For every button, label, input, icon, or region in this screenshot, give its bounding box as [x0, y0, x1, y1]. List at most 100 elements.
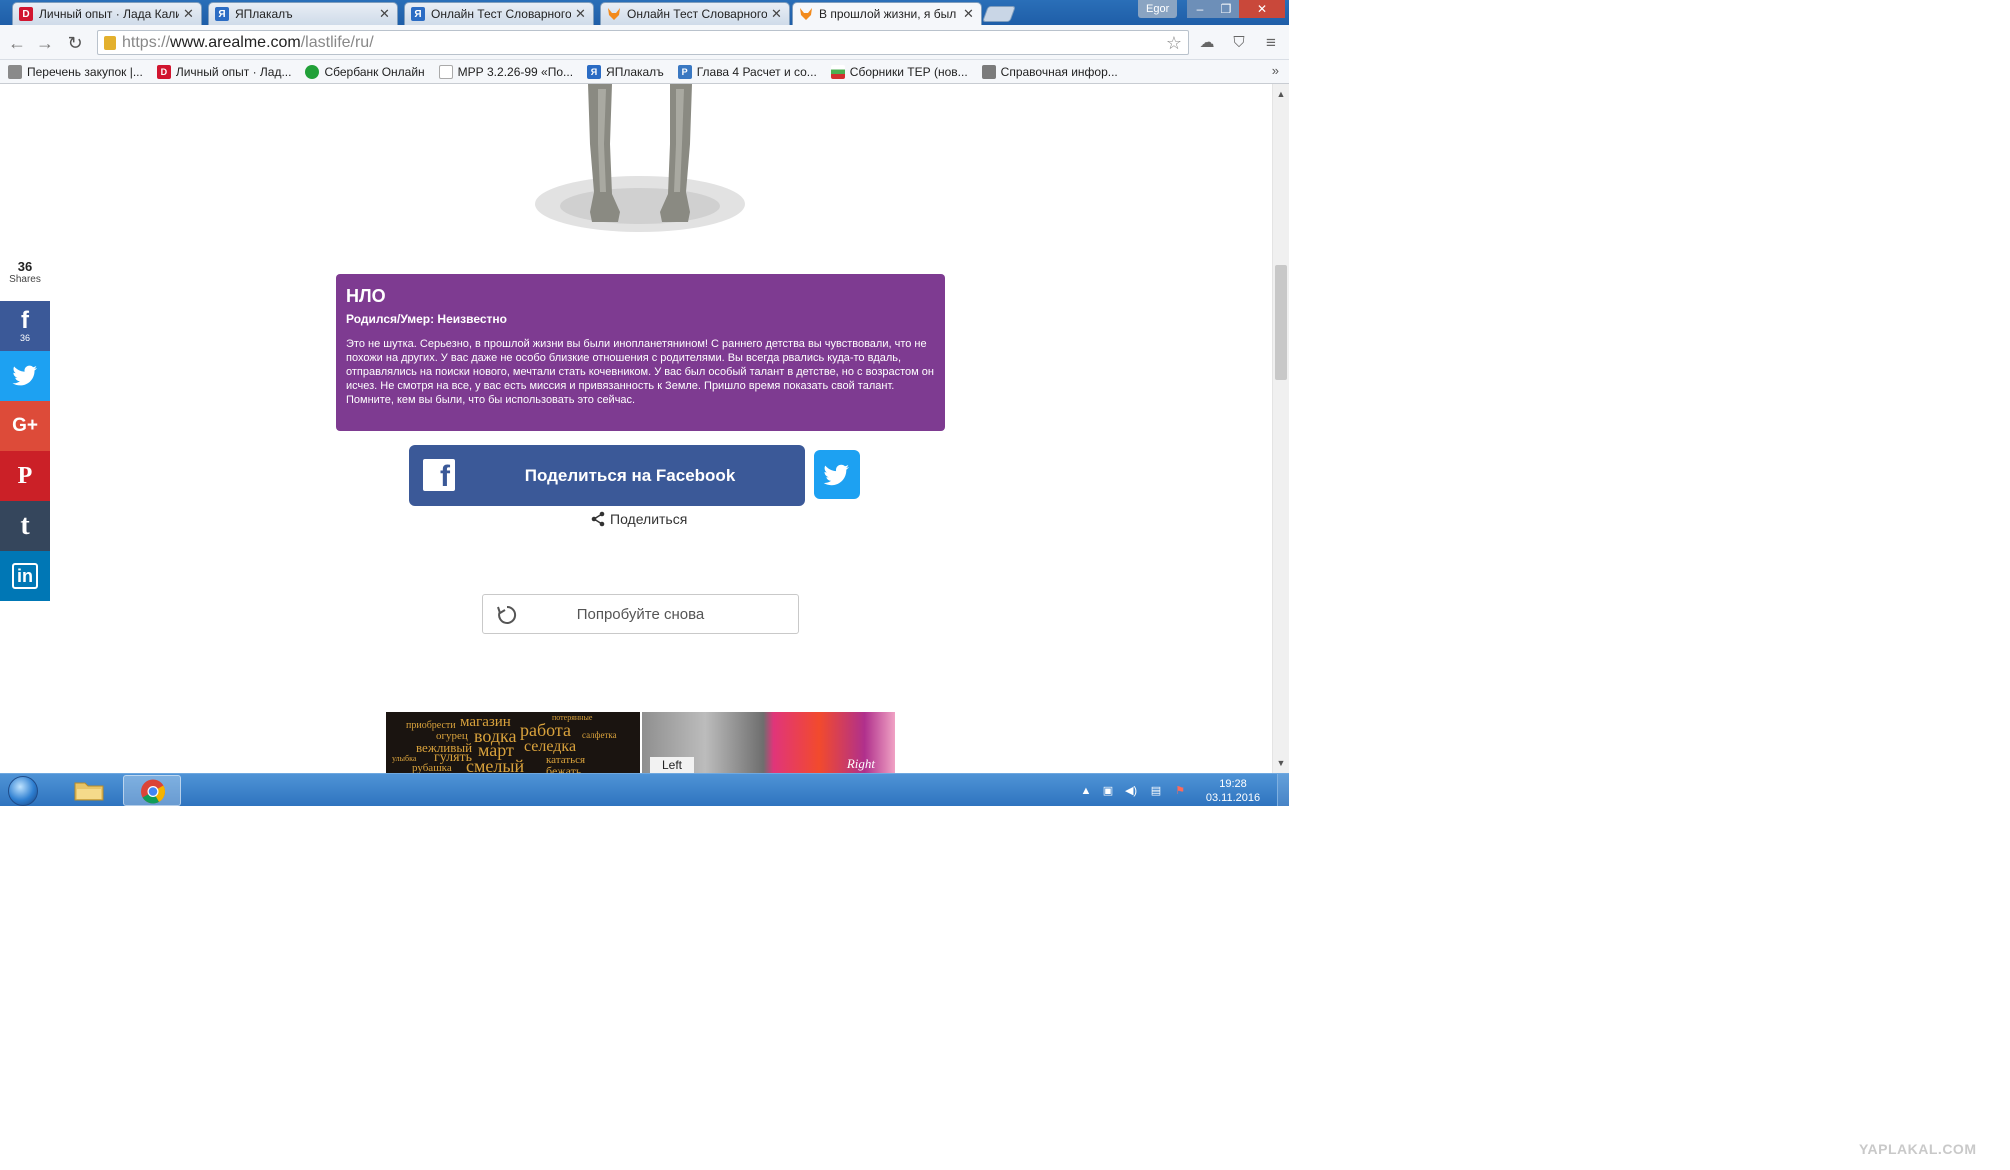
close-icon[interactable]: ✕: [963, 6, 975, 22]
tab-title: Личный опыт · Лада Калина: [39, 7, 179, 21]
tab-title: ЯПлакалъ: [235, 7, 293, 21]
new-tab-button[interactable]: [982, 6, 1016, 22]
sberbank-icon: [305, 64, 320, 79]
tab-title: В прошлой жизни, я был: [819, 7, 957, 21]
maximize-button[interactable]: ❐: [1213, 0, 1239, 18]
drive2-icon: D: [156, 64, 171, 79]
start-button[interactable]: [8, 776, 38, 806]
arealme-fox-icon: [607, 7, 621, 21]
sidebar-linkedin-button[interactable]: in: [0, 551, 50, 601]
right-label: Right: [846, 756, 875, 771]
close-icon[interactable]: ✕: [183, 6, 195, 22]
result-subtitle: Родился/Умер: Неизвестно: [346, 312, 507, 326]
bookmark-label: МРР 3.2.26-99 «По...: [457, 64, 574, 79]
twitter-icon: [12, 365, 37, 386]
scroll-down-arrow-icon[interactable]: ▼: [1273, 755, 1289, 771]
result-card: НЛО Родился/Умер: Неизвестно Это не шутк…: [336, 274, 945, 431]
share-icon: [591, 511, 605, 527]
show-desktop-button[interactable]: [1277, 774, 1289, 806]
bookmarks-overflow-button[interactable]: »: [1272, 63, 1279, 78]
bookmark-item[interactable]: P Глава 4 Расчет и со...: [677, 64, 817, 79]
scroll-up-arrow-icon[interactable]: ▲: [1273, 86, 1289, 102]
share-label: Поделиться: [610, 511, 688, 527]
bookmark-star-icon[interactable]: ☆: [1166, 33, 1182, 54]
clock[interactable]: 19:28 03.11.2016: [1198, 777, 1268, 805]
browser-toolbar: ← → ↻ https://www.arealme.com/lastlife/r…: [0, 25, 1289, 60]
reload-icon[interactable]: ↻: [64, 32, 86, 54]
close-window-button[interactable]: ✕: [1239, 0, 1285, 18]
action-center-alert-icon[interactable]: ⚑: [1172, 784, 1188, 798]
page-viewport: НЛО Родился/Умер: Неизвестно Это не шутк…: [0, 84, 1272, 773]
scrollbar-thumb[interactable]: [1275, 265, 1287, 380]
tray-device-icon[interactable]: ▣: [1100, 784, 1116, 798]
bookmark-item[interactable]: Я ЯПлакалъ: [587, 64, 664, 79]
yaplakal-icon: Я: [215, 7, 229, 21]
close-icon[interactable]: ✕: [575, 6, 587, 22]
bookmark-label: Сбербанк Онлайн: [324, 64, 425, 79]
volume-icon[interactable]: ◀): [1123, 784, 1139, 798]
shield-extension-icon[interactable]: ⛉: [1229, 33, 1249, 53]
bookmark-item[interactable]: Сборники ТЕР (нов...: [830, 64, 968, 79]
facebook-icon: f: [21, 307, 29, 334]
sidebar-tumblr-button[interactable]: t: [0, 501, 50, 551]
bookmark-label: Глава 4 Расчет и со...: [696, 64, 817, 79]
word: смелый: [466, 756, 525, 773]
lock-icon: [104, 35, 116, 50]
facebook-share-label: Поделиться на Facebook: [524, 465, 736, 485]
tab-arealme-test[interactable]: Онлайн Тест Словарного ✕: [600, 2, 790, 25]
sidebar-facebook-button[interactable]: f 36: [0, 301, 50, 351]
network-icon[interactable]: ▤: [1148, 784, 1164, 798]
word: салфетка: [582, 730, 617, 740]
tab-yaplakal-test[interactable]: Я Онлайн Тест Словарного ✕: [404, 2, 594, 25]
drive2-icon: D: [19, 7, 33, 21]
pinterest-icon: P: [17, 462, 33, 489]
left-right-thumbnail[interactable]: Left Right: [642, 712, 895, 773]
sidebar-google-plus-button[interactable]: G+: [0, 401, 50, 451]
flag-icon: [830, 64, 845, 79]
profile-button[interactable]: Egor: [1138, 0, 1178, 18]
tab-arealme-lastlife[interactable]: В прошлой жизни, я был ✕: [792, 2, 982, 25]
cloud-extension-icon[interactable]: ☁: [1197, 33, 1217, 53]
word-cloud-thumbnail[interactable]: приобрести магазин потерянные огурец вод…: [386, 712, 640, 773]
share-count-label: Shares: [9, 274, 41, 285]
tumblr-icon: t: [20, 510, 30, 541]
sidebar-twitter-button[interactable]: [0, 351, 50, 401]
taskbar-explorer-button[interactable]: [60, 775, 118, 806]
reference-icon: [981, 64, 996, 79]
yaplakal-icon: Я: [411, 7, 425, 21]
menu-icon[interactable]: ≡: [1261, 33, 1281, 53]
retry-icon: [497, 605, 517, 624]
facebook-share-button[interactable]: f Поделиться на Facebook: [409, 445, 805, 506]
url-host: www.arealme.com: [170, 33, 301, 51]
close-icon[interactable]: ✕: [771, 6, 783, 22]
tray-expand-icon[interactable]: ▲: [1078, 784, 1094, 798]
watermark: YAPLAKAL.COM: [1859, 1141, 1977, 1157]
google-plus-icon: G+: [12, 415, 38, 436]
bookmark-item[interactable]: Перечень закупок |...: [8, 64, 143, 79]
sidebar-pinterest-button[interactable]: P: [0, 451, 50, 501]
bookmark-item[interactable]: Справочная инфор...: [981, 64, 1118, 79]
share-count-number: 36: [17, 259, 33, 274]
twitter-share-button[interactable]: [814, 450, 860, 499]
share-count: 36 Shares: [0, 259, 50, 285]
bookmark-item[interactable]: D Личный опыт · Лад...: [156, 64, 291, 79]
forward-arrow-icon[interactable]: →: [34, 32, 56, 54]
close-icon[interactable]: ✕: [379, 6, 391, 22]
scrollbar[interactable]: ▲ ▼: [1272, 84, 1289, 773]
bookmark-label: Перечень закупок |...: [27, 64, 143, 79]
result-description: Это не шутка. Серьезно, в прошлой жизни …: [346, 338, 934, 406]
left-label: Left: [650, 757, 695, 773]
tab-drive2[interactable]: D Личный опыт · Лада Калина ✕: [12, 2, 202, 25]
address-bar[interactable]: https://www.arealme.com/lastlife/ru/ ☆: [97, 30, 1189, 55]
result-title: НЛО: [346, 286, 386, 306]
taskbar-chrome-button[interactable]: [123, 775, 181, 806]
bookmark-item[interactable]: Сбербанк Онлайн: [305, 64, 425, 79]
back-arrow-icon[interactable]: ←: [6, 32, 28, 54]
minimize-button[interactable]: –: [1187, 0, 1213, 18]
retry-button[interactable]: Попробуйте снова: [482, 594, 799, 634]
bookmark-item[interactable]: МРР 3.2.26-99 «По...: [438, 64, 574, 79]
word: бежать: [546, 764, 582, 773]
share-link[interactable]: Поделиться: [590, 511, 687, 527]
tab-yaplakal[interactable]: Я ЯПлакалъ ✕: [208, 2, 398, 25]
word: рубашка: [412, 762, 452, 773]
